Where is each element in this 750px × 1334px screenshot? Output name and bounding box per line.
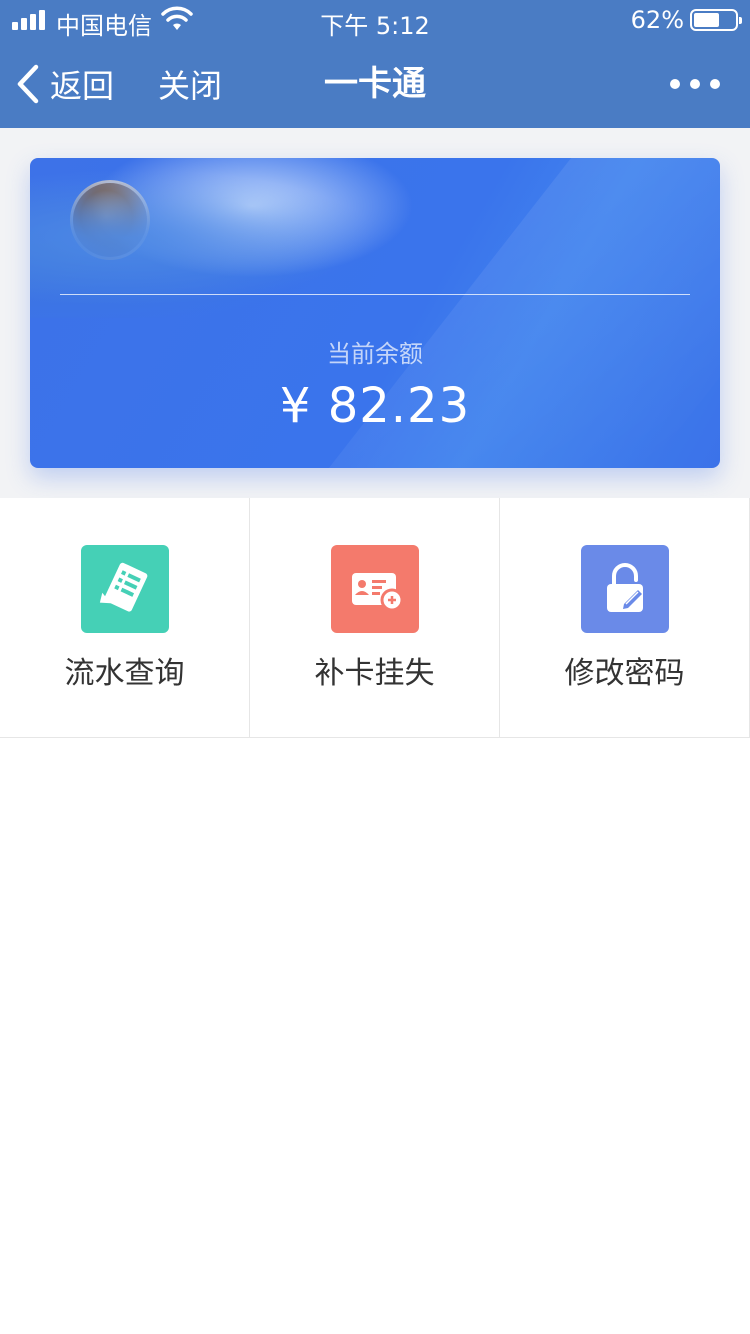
status-bar: 中国电信 下午 5:12 62%: [0, 0, 750, 40]
back-button[interactable]: 返回: [14, 60, 134, 108]
more-options-button[interactable]: [670, 66, 720, 102]
battery-icon: [690, 9, 742, 31]
battery-percent: 62%: [630, 6, 684, 34]
card-area: 当前余额 ¥ 82.23: [0, 128, 750, 498]
card-replace-icon: [331, 545, 419, 633]
balance-card: 当前余额 ¥ 82.23: [30, 158, 720, 468]
more-dot-icon: [670, 79, 680, 89]
more-dot-icon: [710, 79, 720, 89]
lock-edit-icon: [581, 545, 669, 633]
close-label: 关闭: [158, 67, 223, 105]
card-divider: [60, 294, 690, 295]
menu-item-card-replace[interactable]: 补卡挂失: [250, 498, 500, 738]
balance-label: 当前余额: [327, 340, 423, 368]
close-button[interactable]: 关闭: [158, 60, 222, 108]
chevron-left-icon: [17, 64, 39, 104]
app-header: 中国电信 下午 5:12 62% 返回 关闭 一卡通: [0, 0, 750, 128]
menu-item-transactions[interactable]: 流水查询: [0, 498, 250, 738]
transaction-list-icon: [81, 545, 169, 633]
back-label: 返回: [50, 67, 115, 105]
menu-label: 补卡挂失: [314, 656, 435, 691]
menu-label: 流水查询: [64, 656, 185, 691]
more-dot-icon: [690, 79, 700, 89]
function-menu: 流水查询 补卡挂失 修改密码: [0, 498, 750, 738]
menu-item-change-password[interactable]: 修改密码: [500, 498, 750, 738]
battery-level: [694, 13, 719, 27]
balance-value: ¥ 82.23: [279, 378, 471, 434]
menu-label: 修改密码: [564, 656, 685, 691]
